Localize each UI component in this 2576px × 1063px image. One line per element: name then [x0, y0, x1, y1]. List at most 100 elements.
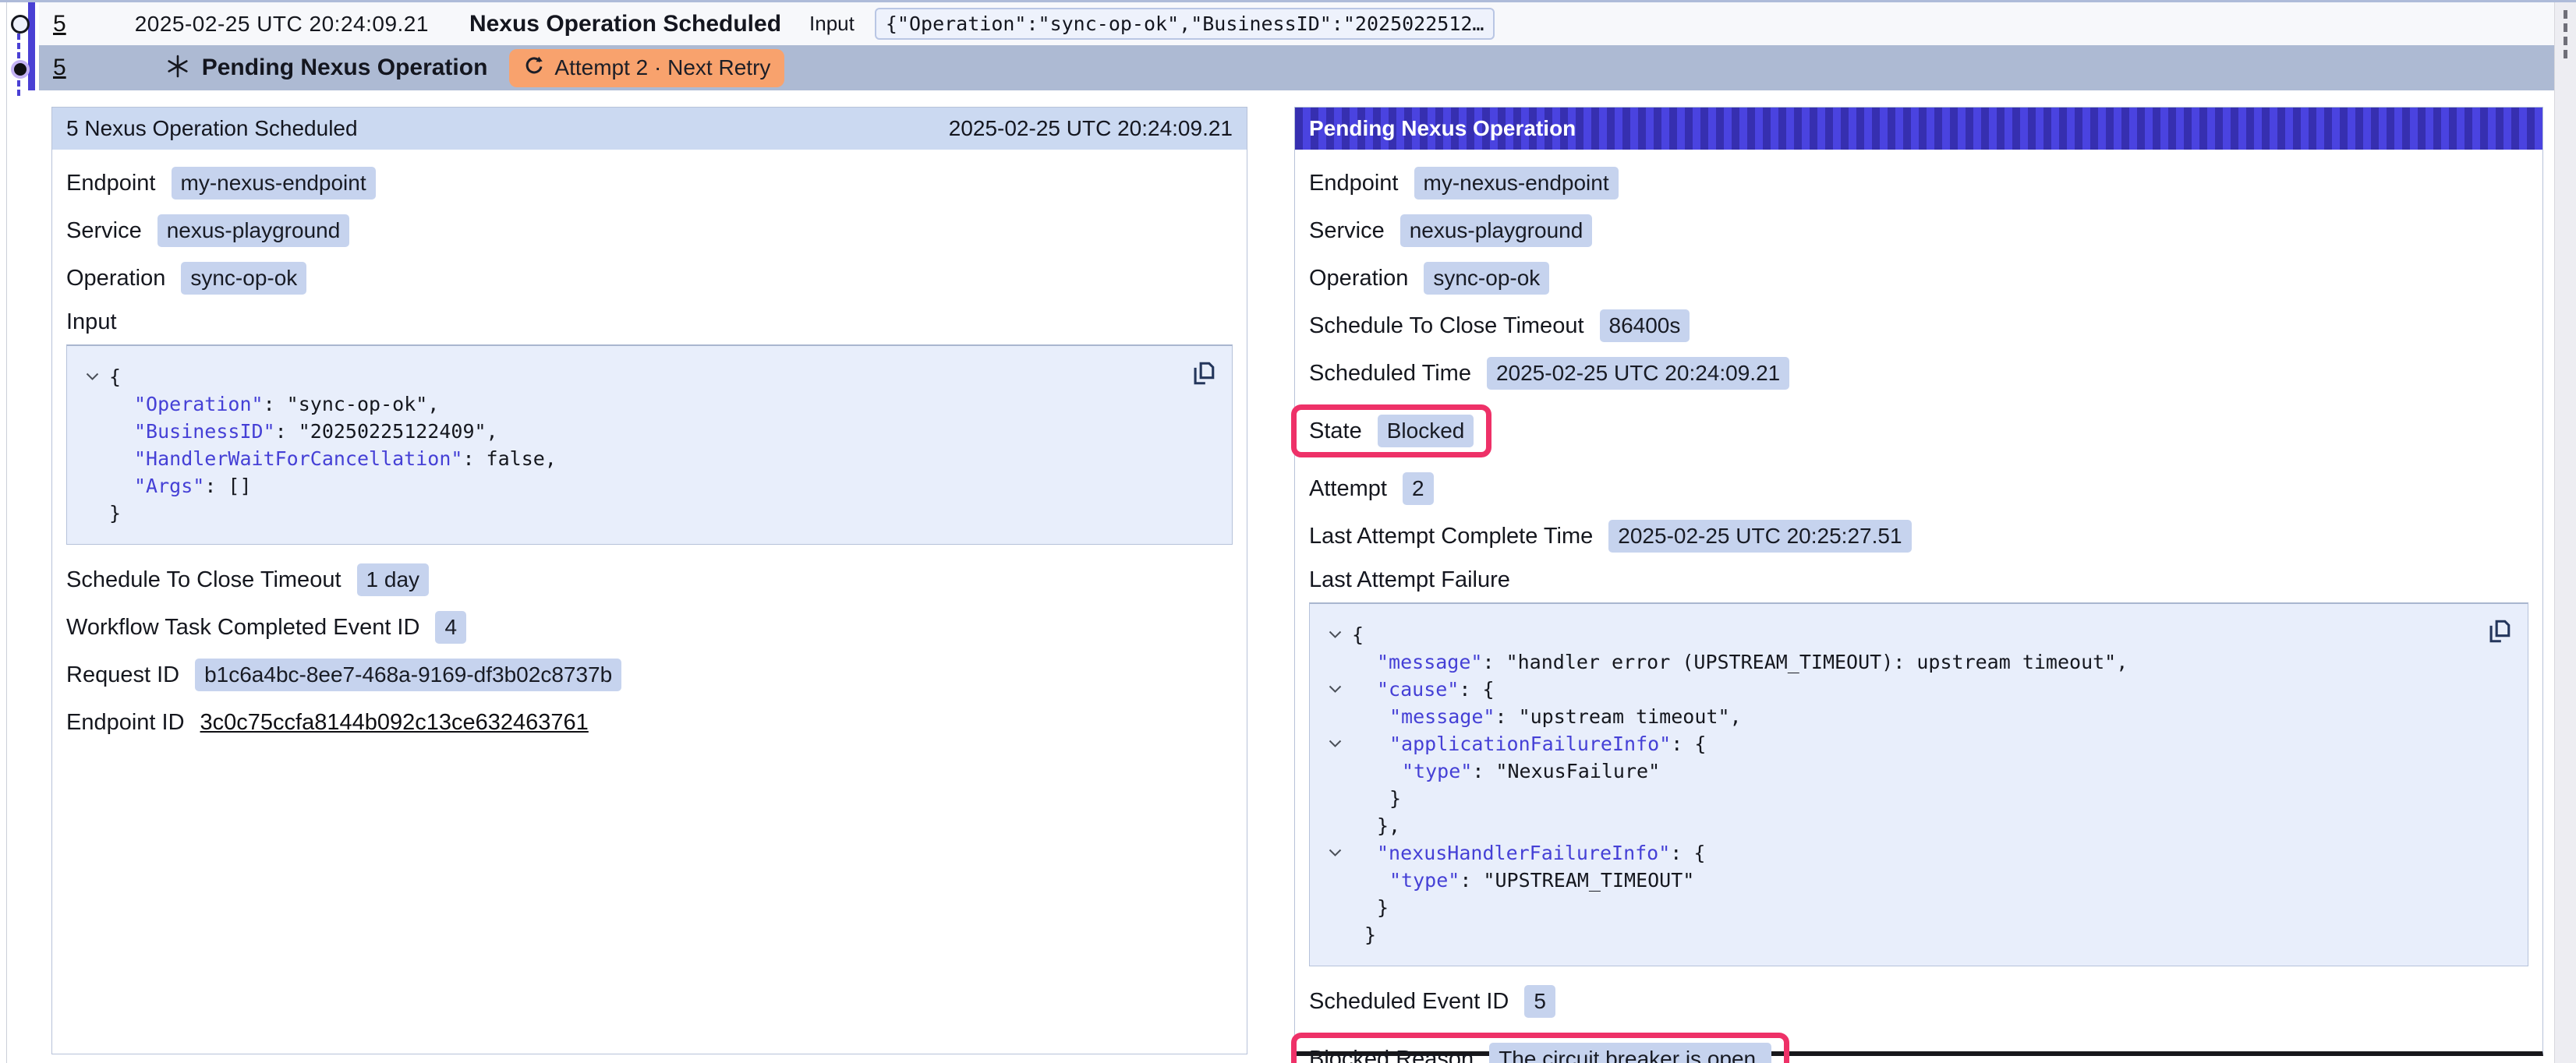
field-value-badge: b1c6a4bc-8ee7-468a-9169-df3b02c8737b	[195, 659, 621, 691]
code-line: "message": "upstream timeout",	[1318, 703, 2473, 730]
copy-icon[interactable]	[1190, 360, 1216, 394]
field-label: Last Attempt Complete Time	[1309, 524, 1593, 549]
code-line: },	[1318, 812, 2473, 839]
field-label: Operation	[1309, 266, 1408, 291]
event-row-scheduled[interactable]: 5 2025-02-25 UTC 20:24:09.21 Nexus Opera…	[39, 2, 2554, 45]
blocked-reason-value-badge: The circuit breaker is open.	[1489, 1043, 1771, 1063]
event-title: Nexus Operation Scheduled	[469, 11, 781, 37]
copy-icon[interactable]	[2486, 618, 2512, 652]
field-value-badge: sync-op-ok	[1424, 262, 1549, 295]
code-text: }	[1352, 921, 1376, 948]
event-id-link[interactable]: 5	[53, 55, 66, 81]
code-line: "Args": []	[75, 472, 1177, 500]
code-line: {	[1318, 621, 2473, 648]
field-label: Operation	[66, 266, 165, 291]
pending-operation-panel: Pending Nexus Operation Endpoint my-nexu…	[1294, 107, 2543, 1056]
event-history-rows: 5 2025-02-25 UTC 20:24:09.21 Nexus Opera…	[39, 2, 2554, 90]
field-label: State	[1309, 418, 1362, 444]
input-section-label: Input	[66, 309, 1233, 335]
field-label: Endpoint	[1309, 171, 1399, 196]
event-row-pending[interactable]: 5 Pending Nexus Operation Attempt 2 · Ne…	[39, 45, 2554, 90]
pending-panel-header: Pending Nexus Operation	[1295, 108, 2542, 150]
failure-json-viewer: {"message": "handler error (UPSTREAM_TIM…	[1309, 602, 2528, 966]
field-label: Request ID	[66, 662, 179, 688]
field-endpoint-id: Endpoint ID 3c0c75ccfa8144b092c13ce63246…	[66, 706, 1233, 739]
field-service: Service nexus-playground	[66, 214, 1233, 247]
code-line: "HandlerWaitForCancellation": false,	[75, 445, 1177, 472]
event-id-link[interactable]: 5	[53, 11, 66, 37]
code-text: "Args": []	[109, 472, 252, 500]
collapse-chevron-icon[interactable]	[75, 373, 109, 381]
input-json-viewer: {"Operation": "sync-op-ok","BusinessID":…	[66, 344, 1233, 545]
state-value-badge: Blocked	[1378, 415, 1474, 447]
code-text: "Operation": "sync-op-ok",	[109, 390, 439, 418]
code-text: }	[109, 500, 121, 527]
field-value-badge: 4	[435, 611, 466, 644]
field-value-badge: sync-op-ok	[181, 262, 306, 295]
code-line: }	[75, 500, 1177, 527]
scroll-handle-dash	[2564, 10, 2567, 19]
field-label: Schedule To Close Timeout	[1309, 313, 1584, 339]
retry-status-badge: Attempt 2 · Next Retry	[509, 49, 784, 87]
blocked-reason-highlight-annotation: Blocked Reason The circuit breaker is op…	[1291, 1033, 1789, 1063]
code-text: "HandlerWaitForCancellation": false,	[109, 445, 557, 472]
field-value-badge: my-nexus-endpoint	[1414, 167, 1619, 200]
field-label: Service	[66, 218, 142, 244]
code-line: {	[75, 363, 1177, 390]
code-line: "type": "NexusFailure"	[1318, 758, 2473, 785]
field-state: State Blocked	[1309, 404, 2528, 457]
code-text: "cause": {	[1352, 676, 1495, 703]
collapse-chevron-icon[interactable]	[1318, 630, 1352, 639]
field-label: Endpoint	[66, 171, 156, 196]
field-value-badge: nexus-playground	[1400, 214, 1593, 247]
endpoint-id-link[interactable]: 3c0c75ccfa8144b092c13ce632463761	[200, 710, 589, 736]
field-operation: Operation sync-op-ok	[1309, 262, 2528, 295]
right-scroll-gutter[interactable]	[2554, 2, 2576, 1063]
code-text: "BusinessID": "20250225122409",	[109, 418, 498, 445]
code-line: "type": "UPSTREAM_TIMEOUT"	[1318, 867, 2473, 894]
field-endpoint: Endpoint my-nexus-endpoint	[66, 167, 1233, 200]
code-line: "BusinessID": "20250225122409",	[75, 418, 1177, 445]
field-service: Service nexus-playground	[1309, 214, 2528, 247]
field-endpoint: Endpoint my-nexus-endpoint	[1309, 167, 2528, 200]
field-value-badge: 2025-02-25 UTC 20:25:27.51	[1608, 520, 1911, 553]
retry-refresh-icon	[523, 55, 545, 82]
field-label: Workflow Task Completed Event ID	[66, 615, 419, 641]
field-label: Schedule To Close Timeout	[66, 567, 341, 593]
scheduled-panel-header: 5 Nexus Operation Scheduled 2025-02-25 U…	[52, 108, 1247, 150]
timeline-node-open-icon	[11, 15, 30, 34]
state-highlight-annotation: State Blocked	[1291, 404, 1491, 457]
field-operation: Operation sync-op-ok	[66, 262, 1233, 295]
field-label: Service	[1309, 218, 1385, 244]
failure-section-label: Last Attempt Failure	[1309, 567, 2528, 593]
code-text: }	[1352, 785, 1401, 812]
panel-title: Pending Nexus Operation	[1309, 116, 1576, 141]
code-text: "type": "UPSTREAM_TIMEOUT"	[1352, 867, 1694, 894]
code-text: },	[1352, 812, 1400, 839]
field-value-badge: 2025-02-25 UTC 20:24:09.21	[1487, 357, 1789, 390]
field-label: Attempt	[1309, 476, 1387, 502]
field-label: Scheduled Time	[1309, 361, 1471, 387]
code-line: "nexusHandlerFailureInfo": {	[1318, 839, 2473, 867]
collapse-chevron-icon[interactable]	[1318, 685, 1352, 694]
field-value-badge: 86400s	[1600, 309, 1690, 342]
field-value-badge: my-nexus-endpoint	[172, 167, 376, 200]
code-text: {	[109, 363, 121, 390]
code-text: }	[1352, 894, 1389, 921]
scroll-handle-dash	[2564, 50, 2567, 58]
panel-timestamp: 2025-02-25 UTC 20:24:09.21	[949, 116, 1233, 141]
code-line: }	[1318, 785, 2473, 812]
code-text: "type": "NexusFailure"	[1352, 758, 1660, 785]
collapse-chevron-icon[interactable]	[1318, 849, 1352, 857]
field-label: Blocked Reason	[1309, 1047, 1474, 1063]
code-text: "message": "handler error (UPSTREAM_TIME…	[1352, 648, 2128, 676]
code-line: "Operation": "sync-op-ok",	[75, 390, 1177, 418]
code-line: }	[1318, 894, 2473, 921]
collapse-chevron-icon[interactable]	[1318, 740, 1352, 748]
scroll-handle-dash	[2564, 23, 2567, 32]
field-value-badge: nexus-playground	[157, 214, 350, 247]
panel-title: 5 Nexus Operation Scheduled	[66, 116, 358, 141]
code-line: "message": "handler error (UPSTREAM_TIME…	[1318, 648, 2473, 676]
code-line: }	[1318, 921, 2473, 948]
event-title: Pending Nexus Operation	[202, 55, 488, 81]
